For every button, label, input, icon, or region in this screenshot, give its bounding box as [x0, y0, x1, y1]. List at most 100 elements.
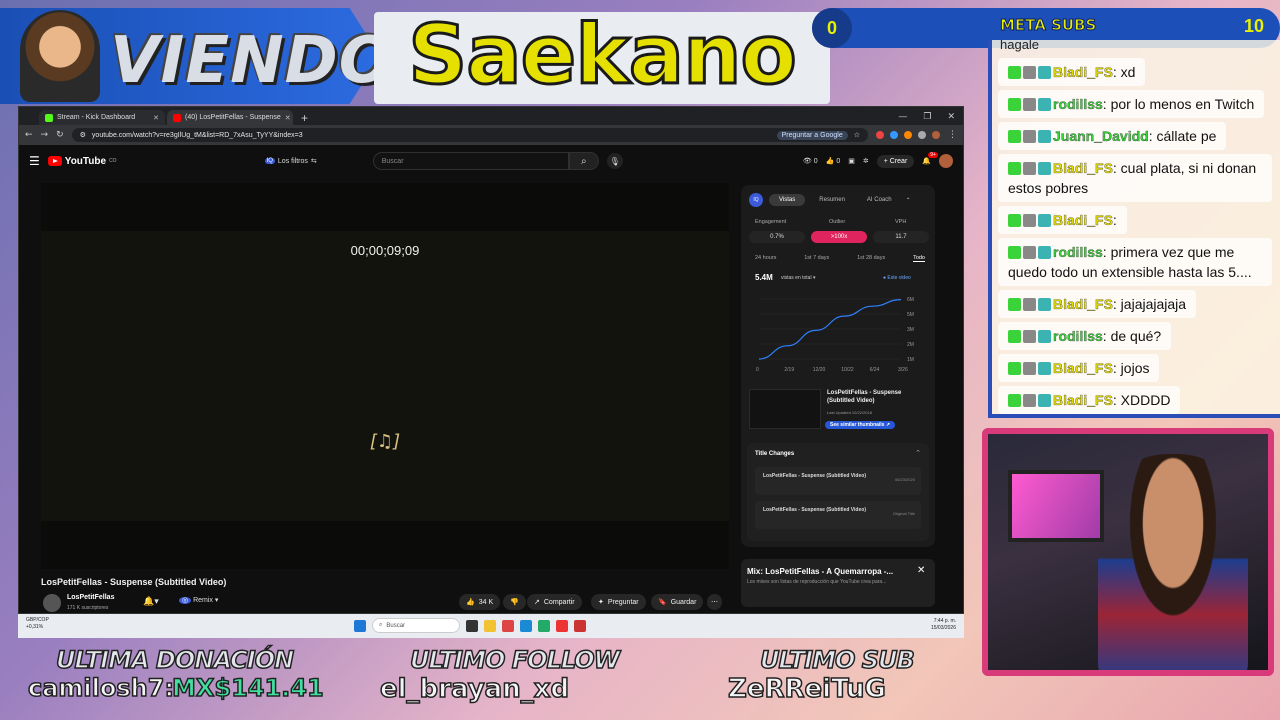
profile-icon[interactable] [932, 131, 940, 139]
chat-username: Bladi_FS [1053, 64, 1113, 80]
taskbar-search[interactable]: ⌕ Buscar [372, 618, 460, 633]
badge-icon [1023, 246, 1036, 259]
chat-text: : [1112, 212, 1117, 228]
remix-button[interactable]: ◎ Remix ▾ [179, 596, 218, 604]
range-24-hours[interactable]: 24 hours [755, 255, 776, 262]
maximize-icon[interactable]: ❐ [923, 112, 931, 122]
new-tab-button[interactable]: + [295, 111, 314, 125]
app-icon[interactable] [574, 619, 586, 632]
subscribe-bell-icon[interactable]: 🔔▾ [143, 597, 159, 607]
badge-icon [1038, 66, 1051, 79]
title-changes-heading: Title Changes [755, 451, 795, 457]
chat-text: : cállate pe [1148, 128, 1217, 144]
chat-username: Juann_Davidd [1053, 128, 1149, 144]
extension-icon[interactable] [890, 131, 898, 139]
close-window-icon[interactable]: ✕ [947, 112, 955, 122]
chart-grid [759, 298, 901, 360]
y-tick-labels: 6M 5M 3M 2M 1M [907, 297, 914, 363]
extension-gear-icon[interactable]: ✲ [863, 157, 869, 165]
fx-widget[interactable]: GBP/COP +0,31% [26, 617, 49, 631]
kick-badge-icon [1008, 66, 1021, 79]
hamburger-menu-icon[interactable]: ☰ [29, 154, 40, 168]
site-info-icon[interactable]: ⚙ [80, 131, 86, 139]
app-icon[interactable] [502, 619, 514, 632]
search-button[interactable]: ⌕ [568, 152, 599, 170]
mix-playlist-card[interactable]: Mix: LosPetitFellas - A Quemarropa -... … [741, 559, 935, 607]
views-chart: 0 2/19 12/20 10/22 6/24 3/26 6M 5M 3M 2M 1M [756, 297, 914, 373]
extension-badge-icon[interactable]: ▣ [848, 157, 855, 165]
badge-icon [1023, 98, 1036, 111]
extension-icon[interactable] [904, 131, 912, 139]
chat-username: Bladi_FS [1053, 160, 1113, 176]
address-row: ← → ↻ ⚙ youtube.com/watch?v=re3gIlUg_tM&… [19, 125, 963, 145]
chat-list: Bladi_FS : xd rodillss : por lo menos en… [992, 58, 1280, 414]
metric-vph-label: VPH [895, 219, 907, 225]
close-tab-icon[interactable]: ✕ [153, 114, 159, 122]
like-button[interactable]: 👍 34 K [459, 594, 501, 610]
task-view-icon[interactable] [466, 619, 478, 632]
back-icon[interactable]: ← [25, 130, 33, 140]
collapse-icon[interactable]: ⌃ [915, 449, 921, 457]
bookmark-star-icon[interactable]: ☆ [854, 131, 860, 139]
dislike-button[interactable]: 👎 [503, 594, 526, 610]
tab-label: Stream - Kick Dashboard [57, 114, 136, 121]
tab-ai-coach[interactable]: AI Coach [859, 197, 900, 203]
tab-youtube-video[interactable]: (40) LosPetitFellas - Suspense ✕ [167, 110, 293, 125]
video-player[interactable]: 00;00;09;09 [♫] [41, 183, 729, 569]
account-avatar[interactable] [939, 154, 953, 168]
video-thumbnail[interactable] [749, 389, 821, 429]
y-tick-label: 5M [907, 312, 914, 318]
reload-icon[interactable]: ↻ [56, 130, 64, 140]
collapse-icon[interactable]: ⌃ [906, 197, 911, 204]
chrome-icon[interactable] [556, 619, 568, 632]
search-input[interactable]: Buscar [372, 152, 569, 170]
forward-icon[interactable]: → [41, 130, 49, 140]
close-icon[interactable]: ✕ [917, 565, 925, 576]
webcam-frame [982, 428, 1274, 676]
youtube-logo[interactable]: YouTube CO [47, 156, 117, 167]
chat-message: Bladi_FS : jajajajajaja [998, 290, 1197, 318]
file-explorer-icon[interactable] [484, 619, 496, 632]
windows-start-icon[interactable] [354, 619, 366, 632]
chat-text: : de qué? [1102, 328, 1162, 344]
extension-icon[interactable] [876, 131, 884, 139]
chat-username: rodillss [1053, 328, 1103, 344]
address-bar[interactable]: ⚙ youtube.com/watch?v=re3gIlUg_tM&list=R… [71, 128, 868, 142]
y-tick-label: 2M [907, 342, 914, 348]
badge-icon [1023, 394, 1036, 407]
notifications-bell-icon[interactable]: 🔔 9+ [922, 152, 938, 165]
video-title: LosPetitFellas - Suspense (Subtitled Vid… [41, 577, 227, 587]
voice-search-icon[interactable]: 🎙 [606, 153, 623, 169]
ask-google-button[interactable]: Preguntar a Google [776, 130, 848, 140]
range-all[interactable]: Todo [913, 255, 925, 262]
edge-icon[interactable] [520, 619, 532, 632]
channel-name[interactable]: LosPetitFellas [67, 594, 114, 601]
views-caption-dropdown[interactable]: vistas en total ▾ [781, 275, 815, 281]
minimize-icon[interactable]: — [898, 112, 907, 122]
store-icon[interactable] [538, 619, 550, 632]
more-actions-button[interactable]: ⋯ [707, 594, 722, 610]
tab-vistas[interactable]: Vistas [769, 194, 806, 206]
create-button[interactable]: + Crear [876, 154, 915, 168]
share-button[interactable]: ↗ Compartir [527, 594, 582, 610]
youtube-favicon-icon [173, 113, 181, 122]
youtube-country-code: CO [109, 158, 117, 164]
browser-menu-icon[interactable]: ⋮ [948, 130, 957, 140]
ask-button[interactable]: ✦ Preguntar [591, 594, 646, 610]
range-first-28-days[interactable]: 1st 28 days [857, 255, 885, 262]
tab-resumen[interactable]: Resumen [811, 197, 853, 203]
range-first-7-days[interactable]: 1st 7 days [804, 255, 829, 262]
chat-username: Bladi_FS [1053, 360, 1113, 376]
see-similar-thumbnails-button[interactable]: See similar thumbnails ↗ [825, 421, 896, 429]
channel-avatar[interactable] [43, 594, 61, 612]
extension-icon[interactable] [918, 131, 926, 139]
chat-text: : jajajajajaja [1112, 296, 1187, 312]
now-watching-title: Saekano [407, 7, 799, 105]
save-button[interactable]: 🔖 Guardar [651, 594, 704, 610]
chat-message: Juann_Davidd : cállate pe [998, 122, 1227, 150]
badge-icon [1023, 162, 1036, 175]
filters-button[interactable]: IQ Los filtros ⇆ [264, 157, 317, 165]
taskbar-clock[interactable]: 7:44 p. m. 15/03/2026 [931, 618, 956, 632]
tab-kick-dashboard[interactable]: Stream - Kick Dashboard ✕ [39, 110, 165, 125]
close-tab-icon[interactable]: ✕ [285, 114, 291, 122]
